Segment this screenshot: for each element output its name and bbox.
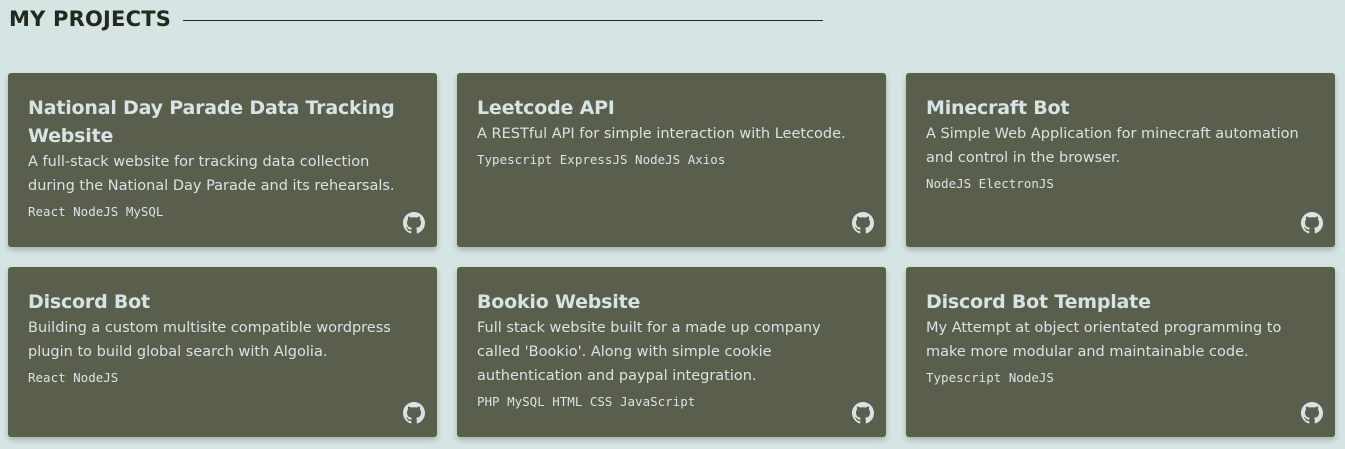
project-card[interactable]: Discord Bot Template My Attempt at objec… bbox=[906, 267, 1335, 437]
github-icon[interactable] bbox=[1301, 402, 1323, 424]
project-card[interactable]: Discord Bot Building a custom multisite … bbox=[8, 267, 437, 437]
project-card[interactable]: Bookio Website Full stack website built … bbox=[457, 267, 886, 437]
project-title: Discord Bot Template bbox=[926, 291, 1151, 313]
projects-grid: National Day Parade Data Tracking Websit… bbox=[8, 73, 1335, 437]
project-description: Building a custom multisite compatible w… bbox=[28, 320, 391, 360]
project-description: A RESTful API for simple interaction wit… bbox=[477, 126, 846, 142]
section-title: MY PROJECTS bbox=[9, 7, 172, 31]
github-icon[interactable] bbox=[852, 402, 874, 424]
project-card[interactable]: Minecraft Bot A Simple Web Application f… bbox=[906, 73, 1335, 247]
project-title: Discord Bot bbox=[28, 291, 150, 313]
project-tech-stack: React NodeJS bbox=[28, 370, 119, 385]
github-icon[interactable] bbox=[1301, 212, 1323, 234]
section-header: MY PROJECTS bbox=[9, 4, 824, 34]
project-description: My Attempt at object orientated programm… bbox=[926, 320, 1282, 360]
project-tech-stack: PHP MySQL HTML CSS JavaScript bbox=[477, 394, 696, 409]
section-divider bbox=[183, 19, 824, 21]
github-icon[interactable] bbox=[403, 402, 425, 424]
project-tech-stack: Typescript ExpressJS NodeJS Axios bbox=[477, 152, 726, 167]
github-icon[interactable] bbox=[403, 212, 425, 234]
project-card[interactable]: National Day Parade Data Tracking Websit… bbox=[8, 73, 437, 247]
project-title: Leetcode API bbox=[477, 97, 615, 119]
project-description: A full-stack website for tracking data c… bbox=[28, 154, 395, 194]
project-description: Full stack website built for a made up c… bbox=[477, 320, 821, 384]
project-tech-stack: React NodeJS MySQL bbox=[28, 204, 164, 219]
project-card[interactable]: Leetcode API A RESTful API for simple in… bbox=[457, 73, 886, 247]
project-tech-stack: Typescript NodeJS bbox=[926, 370, 1054, 385]
project-description: A Simple Web Application for minecraft a… bbox=[926, 126, 1299, 166]
project-title: Bookio Website bbox=[477, 291, 641, 313]
github-icon[interactable] bbox=[852, 212, 874, 234]
project-title: Minecraft Bot bbox=[926, 97, 1070, 119]
project-tech-stack: NodeJS ElectronJS bbox=[926, 176, 1054, 191]
project-title: National Day Parade Data Tracking Websit… bbox=[28, 97, 395, 147]
